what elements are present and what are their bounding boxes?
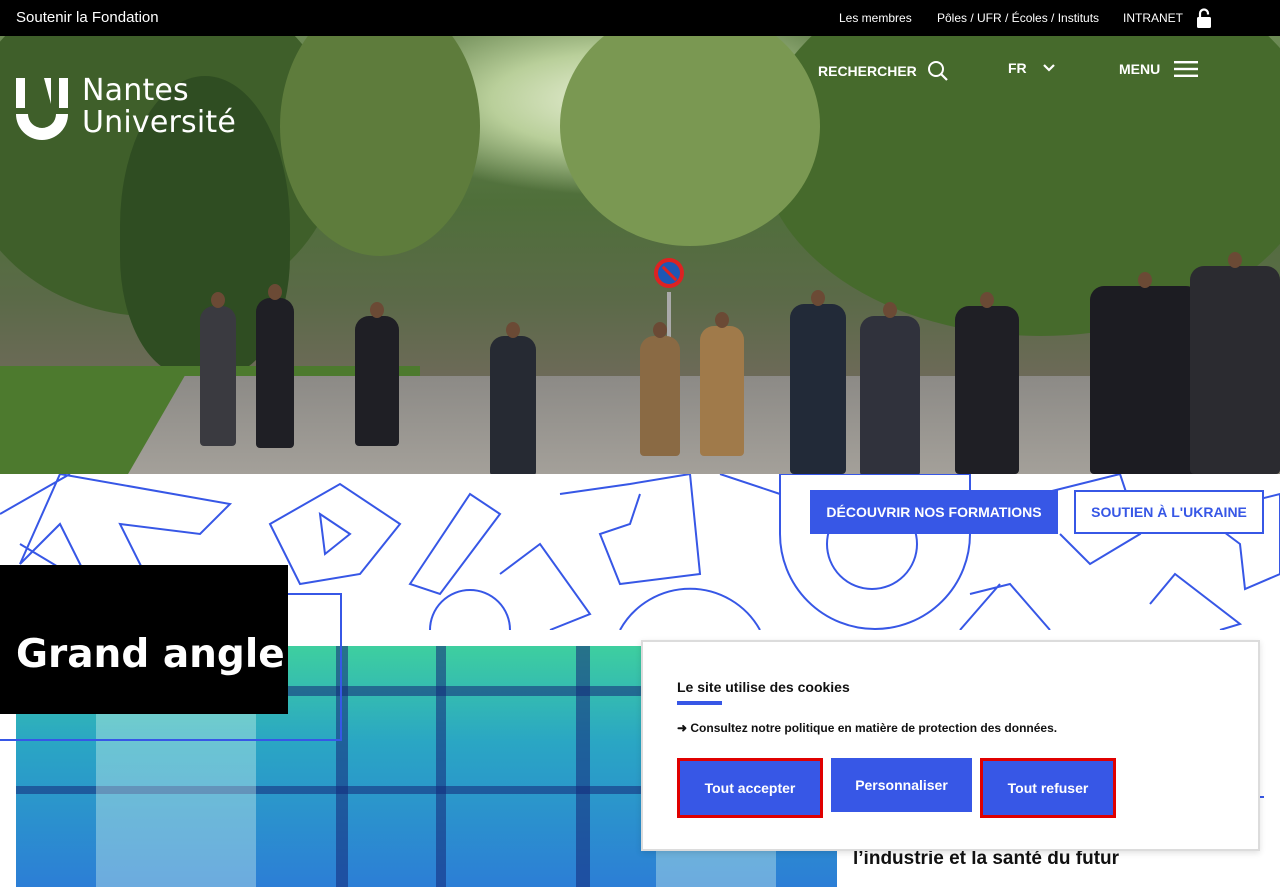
person [490, 322, 536, 474]
logo-mark-icon [16, 78, 68, 140]
language-label: FR [1008, 60, 1027, 76]
intranet-link[interactable]: INTRANET [1123, 11, 1183, 25]
person [790, 290, 846, 474]
privacy-policy-link[interactable]: ➜ Consultez notre politique en matière d… [677, 721, 1057, 735]
poles-link[interactable]: Pôles / UFR / Écoles / Instituts [937, 11, 1099, 25]
ukraine-button[interactable]: SOUTIEN À L'UKRAINE [1074, 490, 1264, 534]
cookie-title: Le site utilise des cookies [677, 679, 850, 695]
search-icon [927, 61, 948, 81]
formations-button[interactable]: DÉCOUVRIR NOS FORMATIONS [810, 490, 1058, 534]
person [200, 292, 236, 446]
customize-button[interactable]: Personnaliser [831, 758, 972, 812]
refuse-all-button[interactable]: Tout refuser [980, 758, 1116, 818]
person [700, 312, 744, 456]
menu-label: MENU [1119, 61, 1161, 77]
hamburger-icon [1174, 61, 1199, 77]
cookie-banner: Le site utilise des cookies ➜ Consultez … [641, 640, 1260, 851]
person [955, 292, 1019, 474]
search-label: RECHERCHER [818, 63, 917, 79]
search-button[interactable]: RECHERCHER [818, 60, 949, 82]
language-selector[interactable]: FR [1008, 60, 1055, 76]
logo-line-2: Université [82, 105, 237, 140]
lock-icon[interactable] [1196, 8, 1212, 28]
person [640, 322, 680, 456]
no-parking-sign [654, 258, 684, 288]
grand-angle-title: Grand angle [16, 632, 285, 677]
person [256, 284, 294, 448]
roof-pillar [576, 646, 590, 887]
feature-headline[interactable]: l’industrie et la santé du futur [853, 848, 1119, 870]
nantes-universite-logo[interactable]: Nantes Université [16, 73, 266, 142]
person [1190, 252, 1280, 474]
menu-button[interactable]: MENU [1119, 60, 1199, 78]
roof-pillar [436, 646, 446, 887]
person [355, 302, 399, 446]
top-utility-bar: Soutenir la Fondation Les membres Pôles … [0, 0, 1280, 36]
person [1090, 272, 1200, 474]
person [860, 302, 920, 474]
chevron-down-icon [1042, 64, 1055, 72]
logo-line-1: Nantes [82, 73, 189, 108]
accept-all-button[interactable]: Tout accepter [677, 758, 823, 818]
members-link[interactable]: Les membres [839, 11, 912, 25]
fondation-link[interactable]: Soutenir la Fondation [16, 9, 159, 26]
cookie-title-underline [677, 701, 722, 705]
hero-banner: Nantes Université RECHERCHER FR MENU [0, 36, 1280, 474]
